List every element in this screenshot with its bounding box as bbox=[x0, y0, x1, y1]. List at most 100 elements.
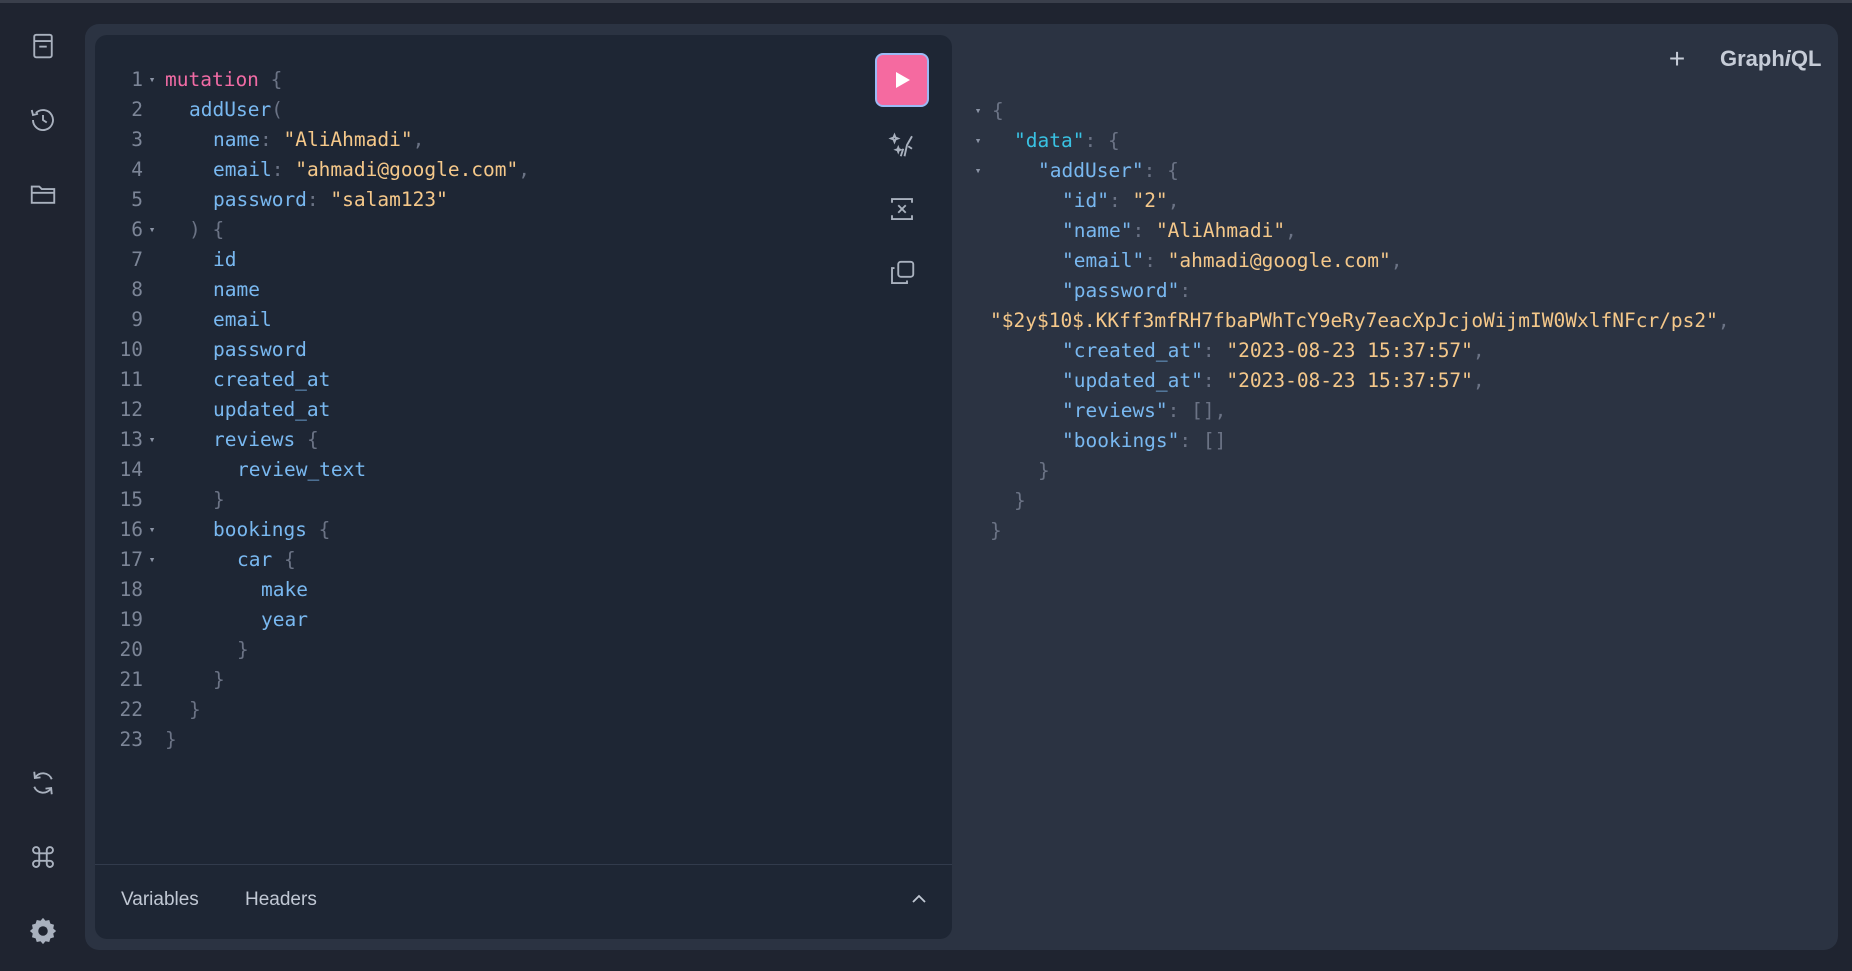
code-line: 21} bbox=[95, 665, 875, 695]
token-field: car bbox=[237, 548, 273, 571]
line-number: 10 bbox=[119, 338, 143, 361]
json-string: "ahmadi@google.com" bbox=[1167, 249, 1391, 272]
line-number: 4 bbox=[131, 158, 143, 181]
fold-toggle[interactable]: ▾ bbox=[145, 425, 159, 455]
json-key: "addUser" bbox=[1038, 159, 1144, 182]
code-line: 10 password bbox=[95, 335, 875, 365]
token-punct: , bbox=[412, 128, 425, 151]
graphiql-logo: GraphiQL bbox=[1720, 46, 1821, 72]
result-line: ▾ "addUser": { bbox=[970, 156, 1830, 186]
result-line: "bookings": [] bbox=[970, 426, 1830, 456]
header-right: + GraphiQL bbox=[1660, 42, 1822, 76]
line-number: 8 bbox=[131, 278, 143, 301]
token-punct: ( bbox=[271, 98, 283, 121]
token-punct: { bbox=[306, 428, 319, 451]
line-number: 5 bbox=[131, 188, 143, 211]
fold-toggle[interactable]: ▾ bbox=[970, 96, 986, 126]
json-string: "2023-08-23 15:37:57" bbox=[1226, 369, 1473, 392]
line-number: 13 bbox=[119, 428, 143, 451]
fold-toggle[interactable]: ▾ bbox=[970, 126, 986, 156]
result-viewer[interactable]: ▾{ ▾ "data": { ▾ "addUser": { "id": "2", "… bbox=[970, 96, 1830, 546]
token-punct: { bbox=[1167, 159, 1179, 182]
json-string: "AliAhmadi" bbox=[1155, 219, 1286, 242]
token-punct: { bbox=[318, 518, 331, 541]
brand-suffix: QL bbox=[1790, 46, 1822, 71]
fold-toggle[interactable]: ▾ bbox=[145, 545, 159, 575]
collection-icon[interactable] bbox=[26, 177, 60, 211]
code-line: 11 created_at bbox=[95, 365, 875, 395]
fold-toggle[interactable]: ▾ bbox=[145, 65, 159, 95]
line-number: 20 bbox=[119, 638, 143, 661]
line-number: 9 bbox=[131, 308, 143, 331]
json-key: "data" bbox=[1014, 129, 1085, 152]
result-line: ▾{ bbox=[970, 96, 1830, 126]
line-number: 17 bbox=[119, 548, 143, 571]
token-punct: , bbox=[1285, 219, 1297, 242]
add-tab-button[interactable]: + bbox=[1660, 43, 1694, 75]
editor-tools-bar: Variables Headers bbox=[95, 864, 952, 939]
shortcut-icon[interactable] bbox=[26, 840, 60, 874]
result-line: "created_at": "2023-08-23 15:37:57", bbox=[970, 336, 1830, 366]
line-number: 18 bbox=[119, 578, 143, 601]
chevron-up-icon[interactable] bbox=[907, 887, 931, 911]
refetch-icon[interactable] bbox=[26, 766, 60, 800]
fold-toggle[interactable]: ▾ bbox=[145, 515, 159, 545]
fold-toggle[interactable]: ▾ bbox=[970, 156, 986, 186]
token-field: created_at bbox=[213, 368, 331, 391]
result-line: "name": "AliAhmadi", bbox=[970, 216, 1830, 246]
token-punct: { bbox=[212, 218, 225, 241]
token-punct: : bbox=[1144, 249, 1168, 272]
line-number: 12 bbox=[119, 398, 143, 421]
token-field: make bbox=[261, 578, 308, 601]
json-key: "email" bbox=[1062, 249, 1145, 272]
token-punct: : bbox=[1108, 189, 1133, 212]
query-editor[interactable]: 1 ▾ mutation { 2 addUser( 3 name: "AliAhmadi… bbox=[95, 35, 952, 939]
result-line: "reviews": [], bbox=[970, 396, 1830, 426]
token-string: "AliAhmadi" bbox=[283, 128, 413, 151]
result-line: "$2y$10$.KKff3mfRH7fbaPWhTcY9eRy7eacXpJc… bbox=[970, 306, 1830, 336]
token-punct: : bbox=[306, 188, 319, 211]
token-field: updated_at bbox=[213, 398, 331, 421]
line-number: 22 bbox=[119, 698, 143, 721]
json-key: "created_at" bbox=[1062, 339, 1203, 362]
tab-variables[interactable]: Variables bbox=[121, 889, 199, 911]
fold-toggle[interactable]: ▾ bbox=[145, 215, 159, 245]
token-field: bookings bbox=[213, 518, 307, 541]
token-punct: , bbox=[1214, 399, 1227, 422]
prettify-icon[interactable] bbox=[885, 128, 919, 162]
result-line: ▾ "data": { bbox=[970, 126, 1830, 156]
token-punct: : bbox=[1167, 399, 1192, 422]
token-punct: : bbox=[1179, 429, 1203, 452]
token-field: password bbox=[213, 338, 307, 361]
json-key: "updated_at" bbox=[1062, 369, 1203, 392]
tab-headers[interactable]: Headers bbox=[245, 889, 317, 911]
code-line: 20} bbox=[95, 635, 875, 665]
line-number: 6 bbox=[131, 218, 143, 241]
code-line: 17 ▾ car { bbox=[95, 545, 875, 575]
settings-icon[interactable] bbox=[26, 914, 60, 948]
docs-icon[interactable] bbox=[26, 29, 60, 63]
token-punct: } bbox=[213, 668, 225, 691]
result-line: "id": "2", bbox=[970, 186, 1830, 216]
token-field: review_text bbox=[237, 458, 367, 481]
history-icon[interactable] bbox=[26, 103, 60, 137]
run-button[interactable] bbox=[875, 53, 929, 107]
result-line: "email": "ahmadi@google.com", bbox=[970, 246, 1830, 276]
json-array: [] bbox=[1202, 429, 1227, 452]
copy-icon[interactable] bbox=[885, 256, 919, 290]
result-line: } bbox=[970, 516, 1830, 546]
token-punct: ) bbox=[189, 218, 201, 241]
code-line: 5 password: "salam123" bbox=[95, 185, 875, 215]
token-field: name bbox=[213, 278, 260, 301]
merge-icon[interactable] bbox=[885, 192, 919, 226]
line-number: 3 bbox=[131, 128, 143, 151]
line-number: 1 bbox=[131, 68, 143, 91]
query-code[interactable]: 1 ▾ mutation { 2 addUser( 3 name: "AliAhmadi… bbox=[95, 65, 875, 755]
token-punct: { bbox=[1107, 129, 1120, 152]
token-field: addUser bbox=[189, 98, 272, 121]
token-punct: , bbox=[1167, 189, 1180, 212]
token-punct: : bbox=[1132, 219, 1156, 242]
token-arg: name bbox=[213, 128, 260, 151]
token-punct: , bbox=[518, 158, 531, 181]
token-punct: , bbox=[1717, 309, 1730, 332]
